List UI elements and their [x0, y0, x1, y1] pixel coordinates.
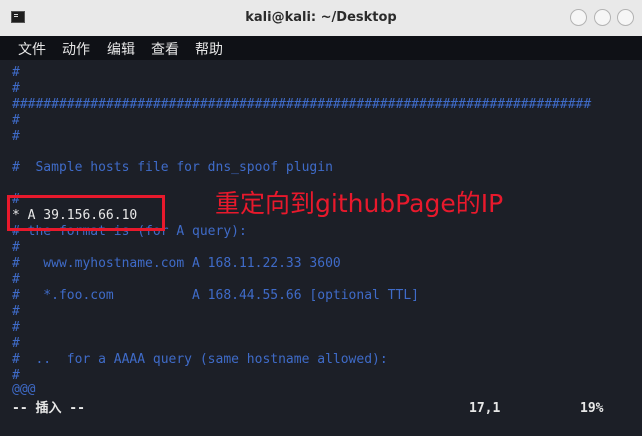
editor-line: #: [12, 336, 20, 351]
close-button[interactable]: [617, 9, 634, 26]
menu-action[interactable]: 动作: [62, 39, 90, 59]
window-title: kali@kali: ~/Desktop: [245, 10, 397, 25]
editor-line: #: [12, 129, 20, 144]
editor-line: #: [12, 240, 20, 255]
status-position: 17,1: [469, 401, 501, 416]
editor-line: #: [12, 81, 20, 96]
menu-file[interactable]: 文件: [18, 39, 46, 59]
highlight-box: [7, 195, 165, 231]
editor-line: #: [12, 320, 20, 335]
editor-line: # www.myhostname.com A 168.11.22.33 3600: [12, 256, 341, 271]
editor-line: #: [12, 304, 20, 319]
menu-edit[interactable]: 编辑: [107, 39, 135, 59]
editor-line: # .. for a AAAA query (same hostname all…: [12, 352, 388, 367]
editor-line: #: [12, 65, 20, 80]
editor-line: #: [12, 272, 20, 287]
status-mode: -- 插入 --: [12, 401, 85, 416]
editor-line: @@@: [12, 382, 36, 397]
menu-help[interactable]: 帮助: [195, 39, 223, 59]
status-percent: 19%: [580, 401, 604, 416]
title-bar: kali@kali: ~/Desktop: [0, 0, 642, 37]
minimize-button[interactable]: [570, 9, 587, 26]
editor-line: #: [12, 113, 20, 128]
editor-line: # Sample hosts file for dns_spoof plugin: [12, 160, 333, 175]
menu-view[interactable]: 查看: [151, 39, 179, 59]
maximize-button[interactable]: [594, 9, 611, 26]
terminal-area[interactable]: # # ####################################…: [0, 60, 642, 436]
editor-line: # *.foo.com A 168.44.55.66 [optional TTL…: [12, 288, 419, 303]
annotation-text: 重定向到githubPage的IP: [215, 189, 504, 218]
menu-bar: 文件 动作 编辑 查看 帮助: [0, 36, 642, 60]
editor-line: ########################################…: [12, 97, 592, 112]
